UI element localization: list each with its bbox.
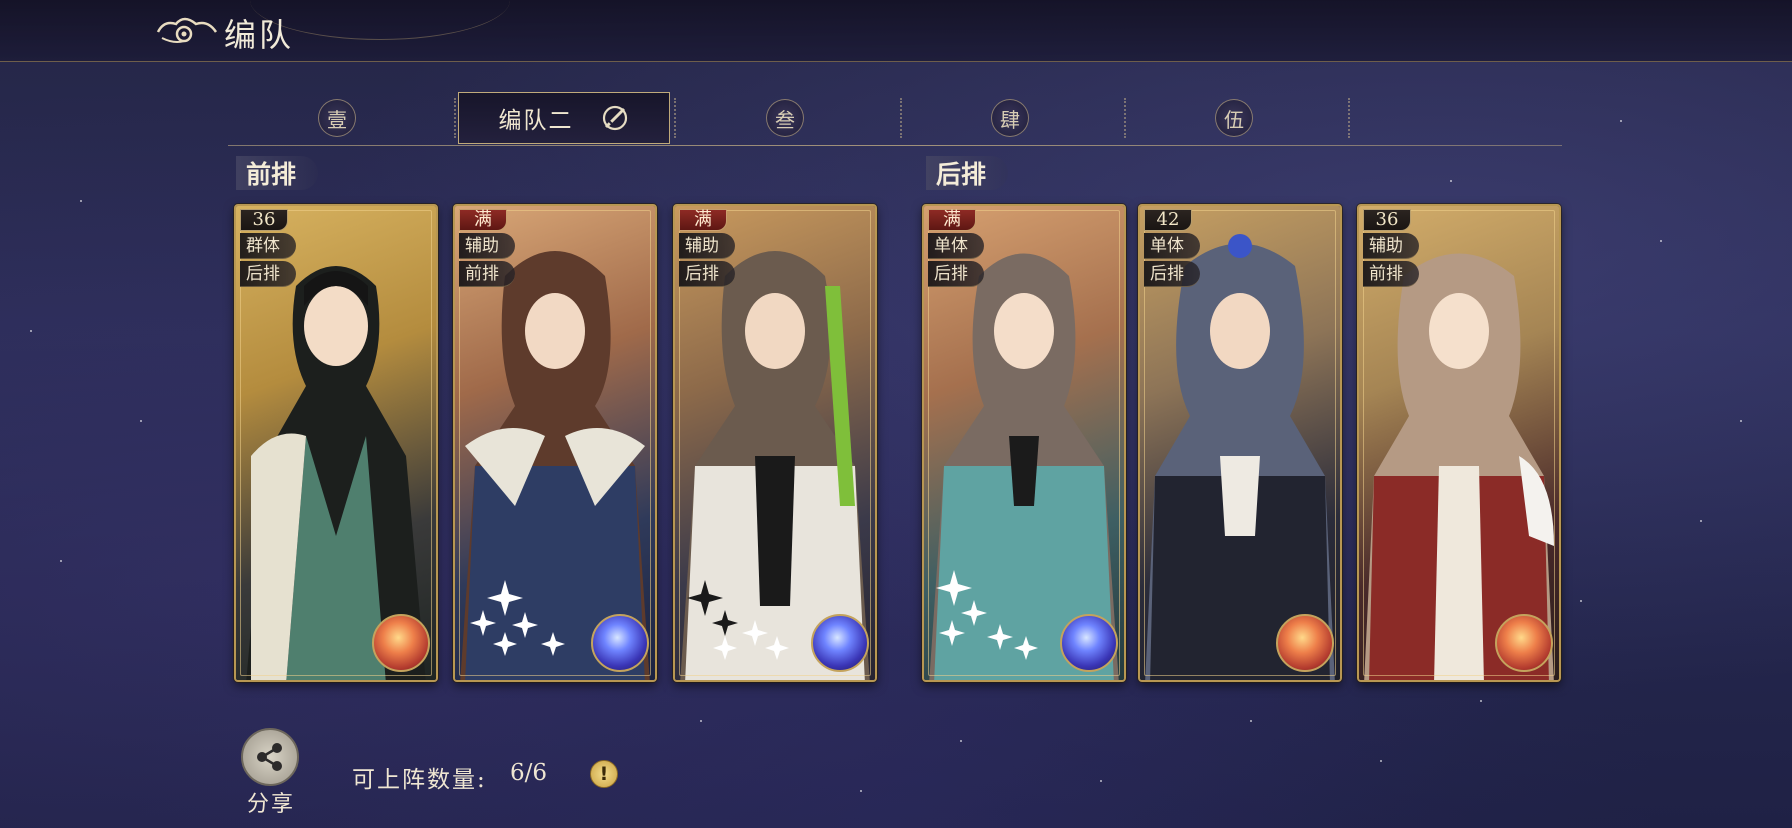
team-tabs: 壹 编队二 叁 肆 伍 [228, 92, 1562, 146]
position-tag: 前排 [459, 261, 515, 287]
character-card-front-1[interactable]: 36 群体 后排 [234, 204, 438, 682]
position-tag: 后排 [679, 261, 735, 287]
tab-team-4[interactable]: 肆 [987, 92, 1033, 144]
deploy-count-value: 6/6 [510, 760, 548, 786]
tab-divider [1124, 98, 1126, 138]
tab-numeral: 壹 [318, 99, 356, 137]
back-button[interactable] [152, 14, 222, 48]
tab-team-3[interactable]: 叁 [762, 92, 808, 144]
level-badge: 满 [928, 209, 976, 231]
position-tag: 前排 [1363, 261, 1419, 287]
share-button[interactable]: 分享 [236, 728, 306, 817]
deploy-count-label: 可上阵数量: [352, 767, 487, 793]
role-tag: 群体 [240, 233, 296, 259]
cloud-swirl-back-icon [156, 17, 218, 43]
position-tag: 后排 [1144, 261, 1200, 287]
character-card-back-2[interactable]: 42 单体 后排 [1138, 204, 1342, 682]
position-tag: 后排 [928, 261, 984, 287]
role-tag: 辅助 [459, 233, 515, 259]
character-card-back-3[interactable]: 36 辅助 前排 [1357, 204, 1561, 682]
role-tag: 单体 [1144, 233, 1200, 259]
page-title: 编队 [224, 16, 295, 54]
star-element-orb-icon [1060, 614, 1118, 672]
share-label: 分享 [246, 792, 295, 817]
role-tag: 辅助 [1363, 233, 1419, 259]
level-badge: 36 [240, 209, 288, 231]
fire-element-orb-icon [1495, 614, 1553, 672]
star-rating-sparkles-icon [936, 570, 1038, 660]
star-rating-sparkles-icon [687, 580, 789, 660]
exclamation-info-icon[interactable]: ! [590, 760, 618, 788]
level-badge: 满 [459, 209, 507, 231]
star-element-orb-icon [591, 614, 649, 672]
tab-numeral: 叁 [766, 99, 804, 137]
character-card-back-1[interactable]: 满 单体 后排 [922, 204, 1126, 682]
tab-divider [454, 98, 456, 138]
tab-team-2-active[interactable]: 编队二 [458, 92, 670, 144]
header-bar: 编队 [0, 0, 1792, 62]
star-element-orb-icon [811, 614, 869, 672]
tab-divider [900, 98, 902, 138]
edit-pencil-icon[interactable] [600, 103, 630, 133]
tab-divider [1348, 98, 1350, 138]
tab-numeral: 肆 [991, 99, 1029, 137]
character-card-front-3[interactable]: 满 辅助 后排 [673, 204, 877, 682]
front-row-label: 前排 [236, 156, 319, 190]
tab-team-1[interactable]: 壹 [314, 92, 360, 144]
fire-element-orb-icon [1276, 614, 1334, 672]
role-tag: 辅助 [679, 233, 735, 259]
tabs-underline [228, 145, 1562, 146]
level-badge: 42 [1144, 209, 1192, 231]
position-tag: 后排 [240, 261, 296, 287]
character-card-front-2[interactable]: 满 辅助 前排 [453, 204, 657, 682]
level-badge: 36 [1363, 209, 1411, 231]
tab-team-5[interactable]: 伍 [1211, 92, 1257, 144]
share-nodes-icon [241, 728, 299, 786]
tab-label: 编队二 [498, 108, 574, 134]
star-rating-sparkles-icon [470, 580, 565, 656]
tab-divider [674, 98, 676, 138]
tab-numeral: 伍 [1215, 99, 1253, 137]
role-tag: 单体 [928, 233, 984, 259]
level-badge: 满 [679, 209, 727, 231]
back-row-label: 后排 [926, 156, 1009, 190]
fire-element-orb-icon [372, 614, 430, 672]
